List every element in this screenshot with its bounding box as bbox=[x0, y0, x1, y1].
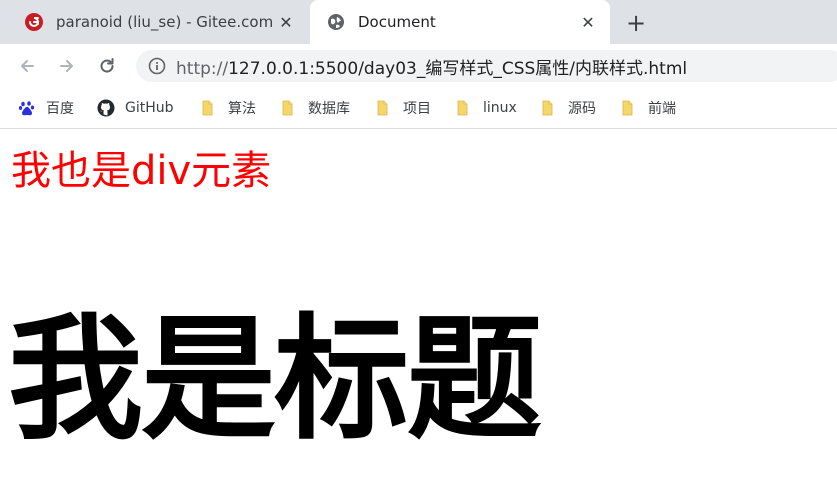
bookmark-folder-linux[interactable]: linux bbox=[455, 97, 517, 119]
plus-icon: + bbox=[625, 9, 647, 37]
bookmark-label: 数据库 bbox=[308, 101, 350, 117]
github-icon bbox=[97, 99, 115, 117]
bookmark-label: 项目 bbox=[403, 101, 431, 117]
tab-document[interactable]: Document ✕ bbox=[310, 0, 610, 44]
bookmark-label: 源码 bbox=[568, 101, 596, 117]
bookmark-label: 百度 bbox=[46, 101, 74, 117]
bookmark-label: 算法 bbox=[228, 101, 256, 117]
arrow-left-icon bbox=[21, 60, 34, 72]
bookmark-label: GitHub bbox=[125, 100, 174, 116]
close-icon[interactable]: ✕ bbox=[578, 12, 598, 32]
page-heading: 我是标题 bbox=[8, 301, 542, 458]
browser-window: paranoid (liu_se) - Gitee.com ✕ Document… bbox=[0, 0, 837, 491]
tab-title: Document bbox=[358, 13, 436, 31]
reload-button[interactable] bbox=[93, 52, 121, 80]
bookmark-folder-algorithms[interactable]: 算法 bbox=[200, 97, 256, 119]
baidu-paw-icon bbox=[18, 101, 35, 116]
back-button[interactable] bbox=[13, 52, 41, 80]
bookmark-label: 前端 bbox=[648, 101, 676, 117]
gitee-icon bbox=[24, 12, 44, 32]
bookmark-label: linux bbox=[483, 100, 517, 116]
reload-icon bbox=[100, 58, 114, 73]
url-scheme: http:// bbox=[176, 58, 229, 79]
toolbar: http://127.0.0.1:5500/day03_编写样式_CSS属性/内… bbox=[0, 44, 837, 88]
bookmarks-bar: 百度 GitHub 算法 数据库 项目 linux 源码 前端 bbox=[0, 88, 837, 129]
globe-icon bbox=[326, 12, 346, 32]
folder-icon bbox=[457, 100, 468, 116]
info-icon[interactable] bbox=[148, 57, 166, 75]
url-text: http://127.0.0.1:5500/day03_编写样式_CSS属性/内… bbox=[176, 54, 687, 79]
folder-icon bbox=[282, 100, 293, 116]
bookmark-folder-projects[interactable]: 项目 bbox=[375, 97, 431, 119]
tab-title: paranoid (liu_se) - Gitee.com bbox=[56, 13, 274, 31]
folder-icon bbox=[542, 100, 553, 116]
bookmark-github[interactable]: GitHub bbox=[97, 97, 174, 119]
url-host-path: 127.0.0.1:5500/day03_编写样式_CSS属性/内联样式.htm… bbox=[228, 58, 688, 79]
forward-button[interactable] bbox=[53, 52, 81, 80]
arrow-right-icon bbox=[60, 60, 73, 72]
folder-icon bbox=[202, 100, 213, 116]
bookmark-folder-source[interactable]: 源码 bbox=[540, 97, 596, 119]
folder-icon bbox=[377, 100, 388, 116]
bookmark-folder-database[interactable]: 数据库 bbox=[280, 97, 350, 119]
folder-icon bbox=[622, 100, 633, 116]
bookmark-baidu[interactable]: 百度 bbox=[18, 97, 74, 119]
tab-gitee[interactable]: paranoid (liu_se) - Gitee.com ✕ bbox=[8, 0, 308, 44]
close-icon[interactable]: ✕ bbox=[276, 12, 296, 32]
tab-strip: paranoid (liu_se) - Gitee.com ✕ Document… bbox=[0, 0, 837, 44]
bookmark-folder-frontend[interactable]: 前端 bbox=[620, 97, 676, 119]
new-tab-button[interactable]: + bbox=[622, 9, 650, 37]
page-content: 我也是div元素 我是标题 bbox=[0, 129, 837, 491]
address-bar[interactable]: http://127.0.0.1:5500/day03_编写样式_CSS属性/内… bbox=[136, 50, 837, 82]
red-div-text: 我也是div元素 bbox=[11, 148, 272, 194]
